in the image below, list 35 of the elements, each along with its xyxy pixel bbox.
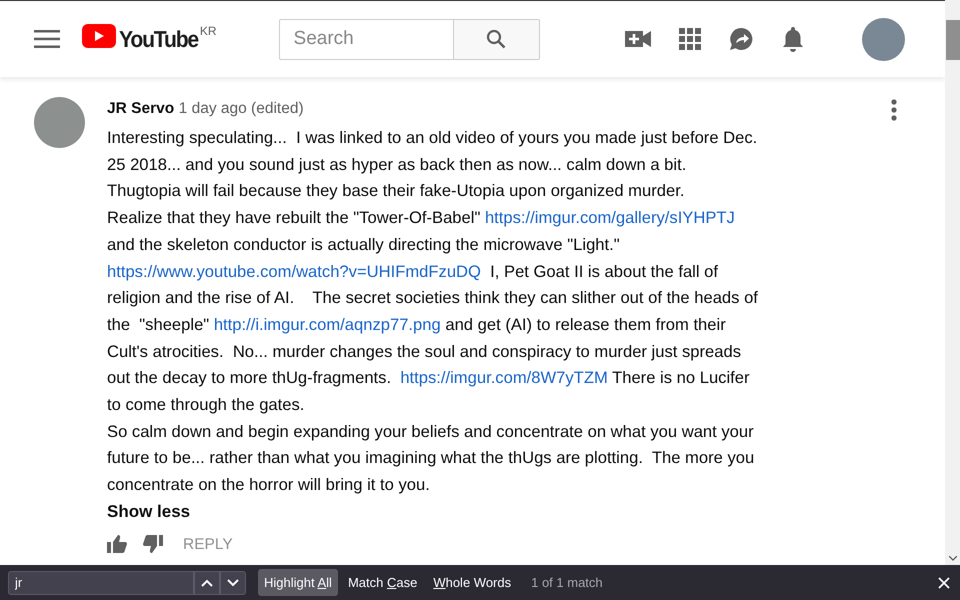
- search-button[interactable]: [454, 18, 540, 60]
- find-option-toggle[interactable]: Whole Words: [427, 568, 518, 596]
- comment-link[interactable]: https://imgur.com/8W7yTZM: [400, 368, 608, 388]
- play-logo-icon[interactable]: [82, 24, 116, 48]
- thumbs-up-icon[interactable]: [107, 535, 127, 554]
- comment-text: Interesting speculating... I was linked to an old video of yours you made just before Dec. 25 2018... and you sound just as hyper as back then as now... calm down a bit. Thugtopia will fail because they base their fake-Utopia upon organized murder. Realize that they have rebuilt the "Tower-Of-Babel" https://imgur.com/gallery/sIYHPTJ and the skeleton conductor is actually directing the microwave "Light." https://www.youtube.com/watch?v=UHIFmdFzuDQ I, Pet Goat II is about the fall of religion and the rise of AI. The secret societies think they can slither out of the heads of the "sheeple" http://i.imgur.com/aqnzp77.png and get (AI) to release them from their Cult's atrocities. No... murder changes the soul and conspiracy to murder just spreads out the decay to more thUg-fragments. https://imgur.com/8W7yTZM There is no Lucifer to come through the gates. So calm down and begin expanding your beliefs and concentrate on what you want your future to be... rather than what you imagining what the thUgs are plotting. The more you concentrate on the horror will bring it to you.: [107, 127, 758, 496]
- comment-link[interactable]: http://i.imgur.com/aqnzp77.png: [214, 314, 441, 334]
- chevron-down-icon: [227, 578, 239, 586]
- comment-link[interactable]: https://imgur.com/gallery/sIYHPTJ: [484, 208, 735, 228]
- search-icon: [486, 29, 506, 49]
- chevron-up-icon: [201, 578, 213, 586]
- video-camera-plus-icon[interactable]: [625, 30, 651, 48]
- apps-grid-icon[interactable]: [679, 28, 701, 50]
- comment-time[interactable]: 1 day ago (edited): [178, 100, 304, 117]
- match-count: 1 of 1 match: [531, 574, 603, 592]
- avatar-placeholder[interactable]: [34, 97, 85, 148]
- next-match-button[interactable]: [220, 570, 246, 594]
- search-field[interactable]: Search: [278, 18, 454, 60]
- avatar-placeholder[interactable]: [862, 18, 905, 60]
- find-field[interactable]: jr: [8, 570, 194, 594]
- find-option-toggle[interactable]: Highlight All: [258, 568, 338, 596]
- scrollbar-track[interactable]: [945, 0, 960, 565]
- thumbs-down-icon[interactable]: [143, 535, 163, 554]
- scrollbar-thumb[interactable]: [946, 20, 960, 60]
- show-less-link[interactable]: Show less: [107, 498, 190, 524]
- find-option-toggle[interactable]: Match Case: [342, 568, 424, 596]
- comment-link[interactable]: https://www.youtube.com/watch?v=UHIFmdFzuDQ: [107, 262, 481, 281]
- menu-icon[interactable]: [34, 30, 60, 48]
- logo-text[interactable]: YouTube: [119, 24, 198, 54]
- region-label: KR: [200, 24, 217, 38]
- bell-icon[interactable]: [782, 26, 804, 52]
- chat-bubble-arrow-icon[interactable]: [729, 26, 754, 52]
- previous-match-button[interactable]: [194, 570, 220, 594]
- author-name[interactable]: JR Servo: [107, 100, 174, 117]
- more-options-icon[interactable]: [891, 99, 897, 121]
